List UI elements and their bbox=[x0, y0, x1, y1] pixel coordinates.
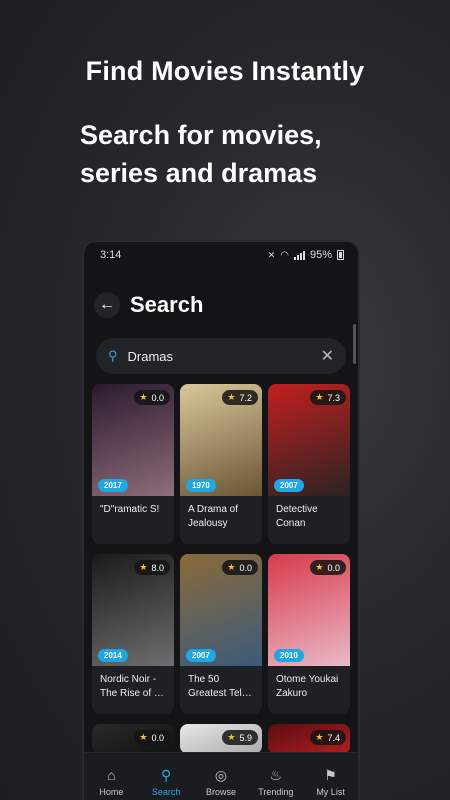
rating-value: 7.3 bbox=[327, 392, 340, 403]
star-icon: ★ bbox=[139, 732, 148, 742]
rating-value: 7.4 bbox=[327, 732, 340, 743]
poster-image: ★ 7.3 2007 bbox=[268, 384, 350, 496]
status-time: 3:14 bbox=[100, 249, 122, 261]
rating-value: 0.0 bbox=[239, 562, 252, 573]
card-title: Nordic Noir - The Rise of … bbox=[100, 674, 164, 699]
promo-title: Find Movies Instantly bbox=[85, 56, 365, 86]
rating-value: 0.0 bbox=[151, 732, 164, 743]
star-icon: ★ bbox=[315, 392, 324, 402]
result-card[interactable]: ★ 0.0 2017 "D"ramatic S! bbox=[92, 384, 174, 544]
battery-label: 95% bbox=[309, 249, 332, 261]
promo-subtitle: Search for movies, series and dramas bbox=[80, 120, 322, 188]
result-card[interactable]: ★ 7.2 1970 A Drama of Jealousy (an… bbox=[180, 384, 262, 544]
year-badge: 2007 bbox=[274, 479, 304, 492]
rating-badge: ★ 5.9 bbox=[222, 730, 258, 745]
nav-item-search[interactable]: ⚲ Search bbox=[141, 767, 191, 797]
page-title: Search bbox=[130, 292, 204, 317]
search-icon: ⚲ bbox=[161, 766, 172, 783]
poster-image: ★ 5.9 bbox=[180, 724, 262, 754]
status-bar: 3:14 ✕ ◠ 95% bbox=[84, 242, 358, 268]
nav-item-home[interactable]: ⌂ Home bbox=[86, 767, 136, 797]
result-card[interactable]: ★ 0.0 bbox=[92, 724, 174, 754]
poster-image: ★ 0.0 2007 bbox=[180, 554, 262, 666]
star-icon: ★ bbox=[139, 562, 148, 572]
poster-image: ★ 8.0 2014 bbox=[92, 554, 174, 666]
nav-label: Home bbox=[99, 786, 124, 797]
year-badge: 1970 bbox=[186, 479, 216, 492]
rating-badge: ★ 7.4 bbox=[310, 730, 346, 745]
rating-value: 7.2 bbox=[239, 392, 252, 403]
star-icon: ★ bbox=[139, 392, 148, 402]
card-title: The 50 Greatest Tel… bbox=[188, 674, 252, 699]
rating-value: 8.0 bbox=[151, 562, 164, 573]
star-icon: ★ bbox=[315, 732, 324, 742]
rating-badge: ★ 0.0 bbox=[222, 560, 258, 575]
results-grid: ★ 0.0 2017 "D"ramatic S! ★ 7.2 1970 A Dr… bbox=[84, 374, 358, 754]
nav-label: Browse bbox=[205, 786, 236, 797]
compass-icon: ◎ bbox=[214, 766, 228, 783]
nav-item-browse[interactable]: ◎ Browse bbox=[196, 767, 246, 797]
card-title: Otome Youkai Zakuro Pictu… bbox=[276, 674, 339, 699]
status-icons: ✕ ◠ 95% bbox=[268, 249, 344, 261]
nav-label: Trending bbox=[258, 786, 294, 797]
rating-badge: ★ 7.3 bbox=[310, 390, 346, 405]
star-icon: ★ bbox=[227, 392, 236, 402]
flame-icon: ♨ bbox=[269, 766, 283, 783]
nav-label: Search bbox=[151, 786, 181, 797]
rating-badge: ★ 7.2 bbox=[222, 390, 258, 405]
clear-search-button[interactable]: ✕ bbox=[321, 346, 334, 366]
poster-image: ★ 0.0 bbox=[92, 724, 174, 754]
result-card[interactable]: ★ 0.0 2007 The 50 Greatest Tel… bbox=[180, 554, 262, 714]
search-icon: ⚲ bbox=[108, 348, 118, 363]
scrollbar[interactable] bbox=[353, 324, 356, 364]
year-badge: 2007 bbox=[186, 649, 216, 662]
result-card[interactable]: ★ 7.3 2007 Detective Conan Dram… bbox=[268, 384, 350, 544]
card-title: "D"ramatic S! bbox=[100, 504, 160, 515]
wifi-icon: ◠ bbox=[280, 249, 289, 261]
mute-icon: ✕ bbox=[267, 249, 276, 260]
back-button[interactable]: ← bbox=[94, 292, 120, 318]
result-card[interactable]: ★ 5.9 bbox=[180, 724, 262, 754]
rating-value: 5.9 bbox=[239, 732, 252, 743]
rating-value: 0.0 bbox=[151, 392, 164, 403]
bottom-navigation: ⌂ Home ⚲ Search ◎ Browse ♨ Trending ⚑ My… bbox=[84, 752, 358, 800]
star-icon: ★ bbox=[227, 732, 236, 742]
phone-screen: 3:14 ✕ ◠ 95% ← Search ⚲ ✕ ★ 0.0 2017 "D"… bbox=[82, 240, 360, 800]
battery-icon bbox=[337, 250, 344, 260]
rating-badge: ★ 0.0 bbox=[134, 730, 170, 745]
poster-image: ★ 0.0 2010 bbox=[268, 554, 350, 666]
poster-image: ★ 7.4 bbox=[268, 724, 350, 754]
rating-badge: ★ 0.0 bbox=[134, 390, 170, 405]
search-input[interactable] bbox=[127, 348, 311, 364]
nav-item-my-list[interactable]: ⚑ My List bbox=[306, 767, 356, 797]
search-bar: ⚲ ✕ bbox=[96, 338, 346, 374]
card-title: A Drama of Jealousy (an… bbox=[188, 504, 239, 529]
result-card[interactable]: ★ 0.0 2010 Otome Youkai Zakuro Pictu… bbox=[268, 554, 350, 714]
signal-icon bbox=[293, 250, 305, 260]
result-card[interactable]: ★ 8.0 2014 Nordic Noir - The Rise of … bbox=[92, 554, 174, 714]
poster-image: ★ 7.2 1970 bbox=[180, 384, 262, 496]
bookmark-icon: ⚑ bbox=[324, 766, 337, 783]
year-badge: 2017 bbox=[98, 479, 128, 492]
nav-item-trending[interactable]: ♨ Trending bbox=[251, 767, 301, 797]
rating-value: 0.0 bbox=[327, 562, 340, 573]
nav-label: My List bbox=[316, 786, 345, 797]
year-badge: 2014 bbox=[98, 649, 128, 662]
poster-image: ★ 0.0 2017 bbox=[92, 384, 174, 496]
rating-badge: ★ 8.0 bbox=[134, 560, 170, 575]
star-icon: ★ bbox=[315, 562, 324, 572]
home-icon: ⌂ bbox=[107, 766, 116, 783]
rating-badge: ★ 0.0 bbox=[310, 560, 346, 575]
result-card[interactable]: ★ 7.4 bbox=[268, 724, 350, 754]
card-title: Detective Conan Dram… bbox=[276, 504, 318, 529]
year-badge: 2010 bbox=[274, 649, 304, 662]
page-header: ← Search bbox=[84, 278, 358, 332]
arrow-left-icon: ← bbox=[99, 296, 115, 313]
star-icon: ★ bbox=[227, 562, 236, 572]
